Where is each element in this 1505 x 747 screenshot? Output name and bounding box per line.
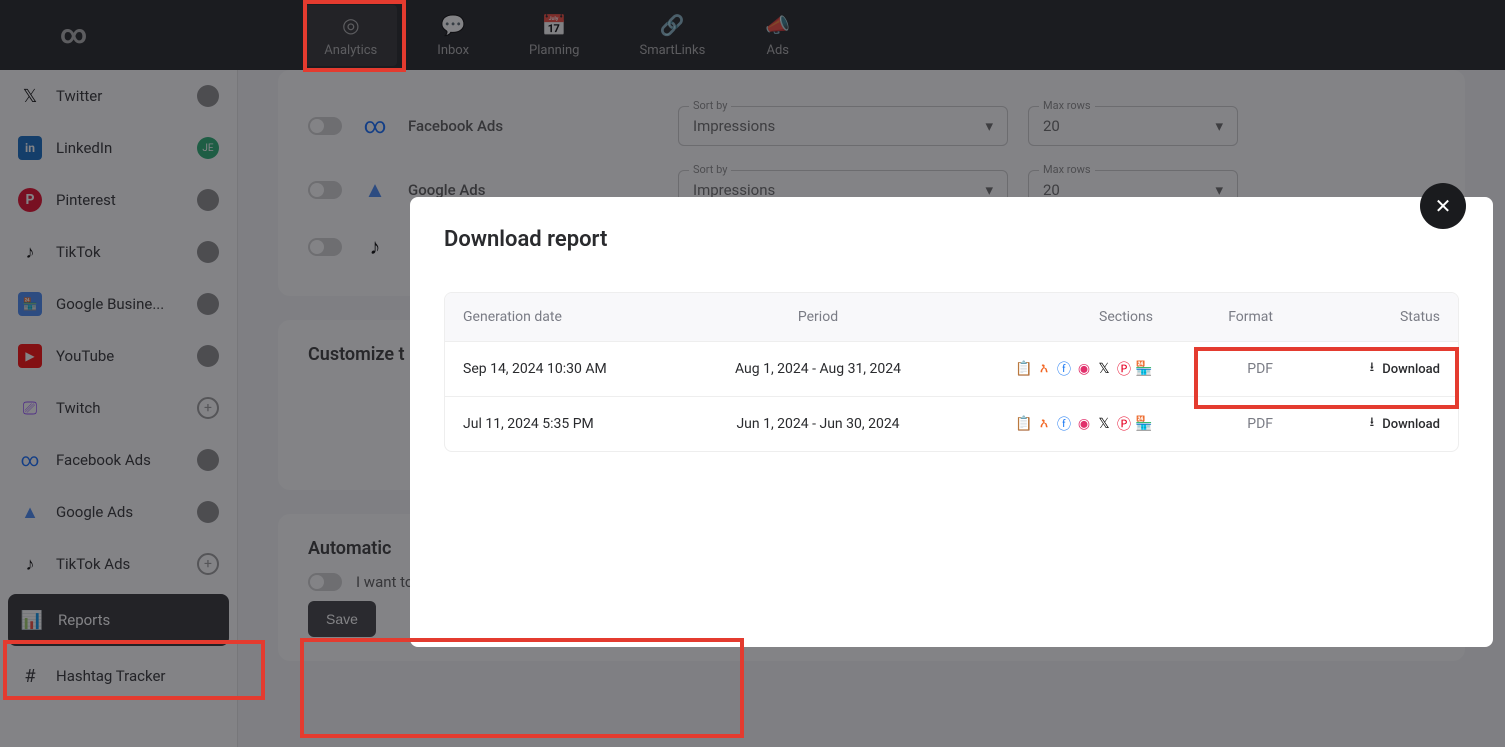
facebook-icon: ⓕ <box>1055 360 1073 378</box>
pinterest-icon: Ⓟ <box>1115 415 1133 433</box>
facebook-icon: ⓕ <box>1055 415 1073 433</box>
close-button[interactable]: ✕ <box>1420 183 1466 229</box>
download-label: Download <box>1382 417 1440 432</box>
cell-format: PDF <box>1153 361 1273 377</box>
col-header-period: Period <box>683 309 953 325</box>
modal-title: Download report <box>444 227 1459 252</box>
cell-gen: Sep 14, 2024 10:30 AM <box>463 361 683 377</box>
table-header: Generation date Period Sections Format S… <box>445 293 1458 341</box>
col-header-gen: Generation date <box>463 309 683 325</box>
download-icon: ⭳ <box>1370 413 1375 435</box>
instagram-icon: ◉ <box>1075 415 1093 433</box>
rss-icon: እ <box>1035 360 1053 378</box>
cell-sections: 📋 እ ⓕ ◉ 𝕏 Ⓟ 🏪 <box>953 415 1153 433</box>
x-icon: 𝕏 <box>1095 360 1113 378</box>
col-header-format: Format <box>1153 309 1273 325</box>
table-row: Sep 14, 2024 10:30 AM Aug 1, 2024 - Aug … <box>445 341 1458 396</box>
gbp-icon: 🏪 <box>1135 415 1153 433</box>
clipboard-icon: 📋 <box>1015 415 1033 433</box>
cell-period: Jun 1, 2024 - Jun 30, 2024 <box>683 416 953 432</box>
download-button[interactable]: ⭳ Download <box>1273 358 1440 380</box>
download-icon: ⭳ <box>1370 358 1375 380</box>
x-icon: 𝕏 <box>1095 415 1113 433</box>
cell-sections: 📋 እ ⓕ ◉ 𝕏 Ⓟ 🏪 <box>953 360 1153 378</box>
download-button[interactable]: ⭳ Download <box>1273 413 1440 435</box>
cell-format: PDF <box>1153 416 1273 432</box>
cell-gen: Jul 11, 2024 5:35 PM <box>463 416 683 432</box>
col-header-sections: Sections <box>953 309 1153 325</box>
rss-icon: እ <box>1035 415 1053 433</box>
table-row: Jul 11, 2024 5:35 PM Jun 1, 2024 - Jun 3… <box>445 396 1458 451</box>
cell-period: Aug 1, 2024 - Aug 31, 2024 <box>683 361 953 377</box>
pinterest-icon: Ⓟ <box>1115 360 1133 378</box>
report-table: Generation date Period Sections Format S… <box>444 292 1459 452</box>
gbp-icon: 🏪 <box>1135 360 1153 378</box>
download-label: Download <box>1382 362 1440 377</box>
clipboard-icon: 📋 <box>1015 360 1033 378</box>
download-report-modal: Download report Generation date Period S… <box>410 197 1493 647</box>
instagram-icon: ◉ <box>1075 360 1093 378</box>
col-header-status: Status <box>1273 309 1440 325</box>
